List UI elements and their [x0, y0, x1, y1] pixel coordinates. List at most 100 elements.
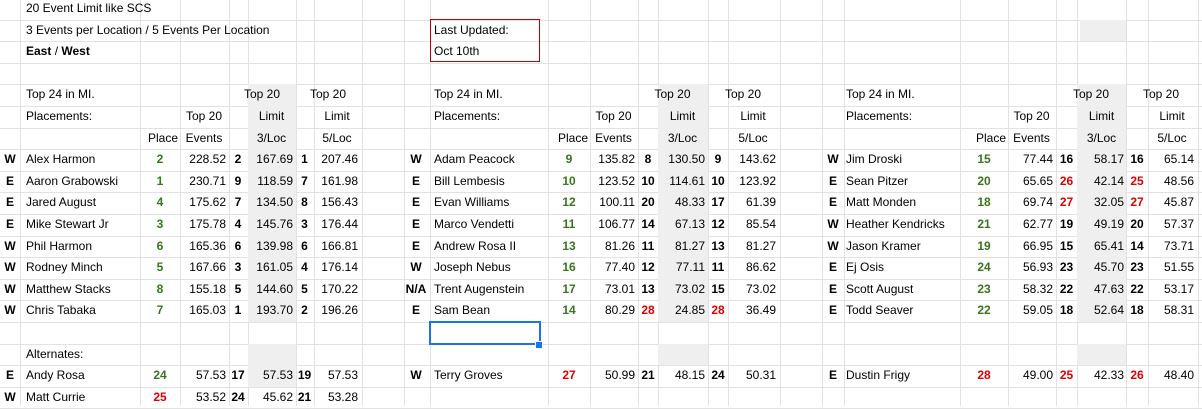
limit3-rank: 4: [234, 217, 242, 231]
limit5-rank: 10: [711, 174, 725, 188]
player-name: Bill Lembesis: [434, 174, 505, 188]
group-3-top20-header: Top 20: [1013, 109, 1050, 123]
fill-handle[interactable]: [535, 341, 543, 349]
limit3-score: 161.05: [256, 260, 293, 274]
limit5-score: 50.31: [745, 368, 776, 382]
selected-cell[interactable]: [429, 321, 541, 345]
player-name: Heather Kendricks: [846, 217, 945, 231]
region-code: E: [828, 282, 837, 296]
player-name: Terry Groves: [434, 368, 503, 382]
limit3-score: 139.98: [256, 239, 293, 253]
limit5-score: 176.44: [321, 217, 358, 231]
group-3-top24-title: Top 24 in MI.: [846, 87, 915, 101]
limit3-score: 145.76: [256, 217, 293, 231]
events-score: 80.29: [604, 303, 635, 317]
limit3-rank: 1: [234, 303, 242, 317]
limit3-score: 73.02: [674, 282, 705, 296]
limit5-rank: 21: [297, 390, 312, 404]
place-value: 6: [156, 239, 164, 253]
limit5-score: 176.14: [321, 260, 358, 274]
player-name: Jim Droski: [846, 152, 902, 166]
limit5-score: 61.39: [745, 195, 776, 209]
limit3-rank: 6: [234, 239, 242, 253]
limit5-score: 51.55: [1163, 260, 1194, 274]
limit5-score: 73.02: [745, 282, 776, 296]
player-name: Phil Harmon: [26, 239, 93, 253]
limit3-score: 42.33: [1093, 368, 1124, 382]
player-name: Chris Tabaka: [26, 303, 96, 317]
limit5-rank: 20: [1130, 217, 1144, 231]
limit5-rank: 19: [297, 368, 312, 382]
limit3-rank: 16: [1059, 152, 1074, 166]
place-value: 8: [156, 282, 164, 296]
place-value: 11: [562, 217, 576, 231]
player-name: Sean Pitzer: [846, 174, 909, 188]
limit3-score: 52.64: [1093, 303, 1124, 317]
region-code: W: [4, 303, 16, 317]
limit5-rank: 14: [1130, 239, 1144, 253]
place-value: 1: [156, 174, 164, 188]
limit5-rank: 22: [1130, 282, 1144, 296]
limit5-score: 65.14: [1163, 152, 1194, 166]
events-score: 165.36: [189, 239, 226, 253]
place-value: 7: [156, 303, 164, 317]
sheet-title: 20 Event Limit like SCS: [26, 1, 152, 15]
limit3-rank: 18: [1059, 303, 1074, 317]
region-code: E: [828, 195, 837, 209]
limit5-rank: 26: [1130, 368, 1144, 382]
place-value: 9: [565, 152, 573, 166]
player-name: Scott August: [846, 282, 914, 296]
limit5-score: 45.87: [1163, 195, 1194, 209]
place-value: 10: [562, 174, 576, 188]
limit5-rank: 23: [1130, 260, 1144, 274]
region-code: E: [411, 303, 420, 317]
player-name: Jared August: [26, 195, 97, 209]
events-score: 167.66: [189, 260, 226, 274]
limit5-rank: 15: [711, 282, 725, 296]
limit5-score: 73.71: [1163, 239, 1194, 253]
region-code: W: [827, 239, 839, 253]
limit5-rank: 11: [711, 260, 725, 274]
limit5-score: 57.53: [327, 368, 358, 382]
limit5-score: 161.98: [321, 174, 358, 188]
limit5-score: 166.81: [321, 239, 358, 253]
place-value: 18: [977, 195, 991, 209]
events-score: 65.65: [1022, 174, 1053, 188]
limit5-score: 58.31: [1163, 303, 1194, 317]
group-2-top20-header: Top 20: [595, 109, 632, 123]
limit3-score: 130.50: [668, 152, 705, 166]
limit5-score: 36.49: [745, 303, 776, 317]
player-name: Andy Rosa: [26, 368, 85, 382]
group-1-events-header: Events: [185, 131, 223, 145]
limit3-rank: 28: [641, 303, 655, 317]
limit3-rank: 14: [641, 217, 655, 231]
limit5-rank: 28: [711, 303, 725, 317]
limit3-rank: 11: [641, 239, 655, 253]
player-name: Marco Vendetti: [434, 217, 515, 231]
limit5-rank: 1: [301, 152, 308, 166]
place-value: 24: [977, 260, 991, 274]
limit3-score: 49.19: [1093, 217, 1124, 231]
events-score: 155.18: [189, 282, 226, 296]
place-value: 19: [977, 239, 991, 253]
limit5-rank: 7: [301, 174, 308, 188]
limit5-score: 48.56: [1163, 174, 1194, 188]
events-score: 135.82: [598, 152, 635, 166]
events-score: 77.40: [604, 260, 635, 274]
place-value: 12: [562, 195, 576, 209]
place-value: 27: [562, 368, 576, 382]
limit3-rank: 25: [1059, 368, 1074, 382]
player-name: Andrew Rosa II: [434, 239, 517, 253]
region-code: E: [411, 195, 420, 209]
west-label: West: [61, 44, 90, 58]
place-value: 22: [977, 303, 991, 317]
group-3-limit3-header: Limit: [1088, 109, 1115, 123]
events-score: 56.93: [1022, 260, 1053, 274]
region-code: E: [5, 217, 14, 231]
place-value: 5: [156, 260, 164, 274]
limit3-rank: 17: [231, 368, 245, 382]
spreadsheet-grid[interactable]: 20 Event Limit like SCS 3 Events per Loca…: [0, 0, 1202, 409]
events-score: 57.53: [195, 368, 226, 382]
region-code: E: [828, 260, 837, 274]
region-code: W: [410, 152, 422, 166]
